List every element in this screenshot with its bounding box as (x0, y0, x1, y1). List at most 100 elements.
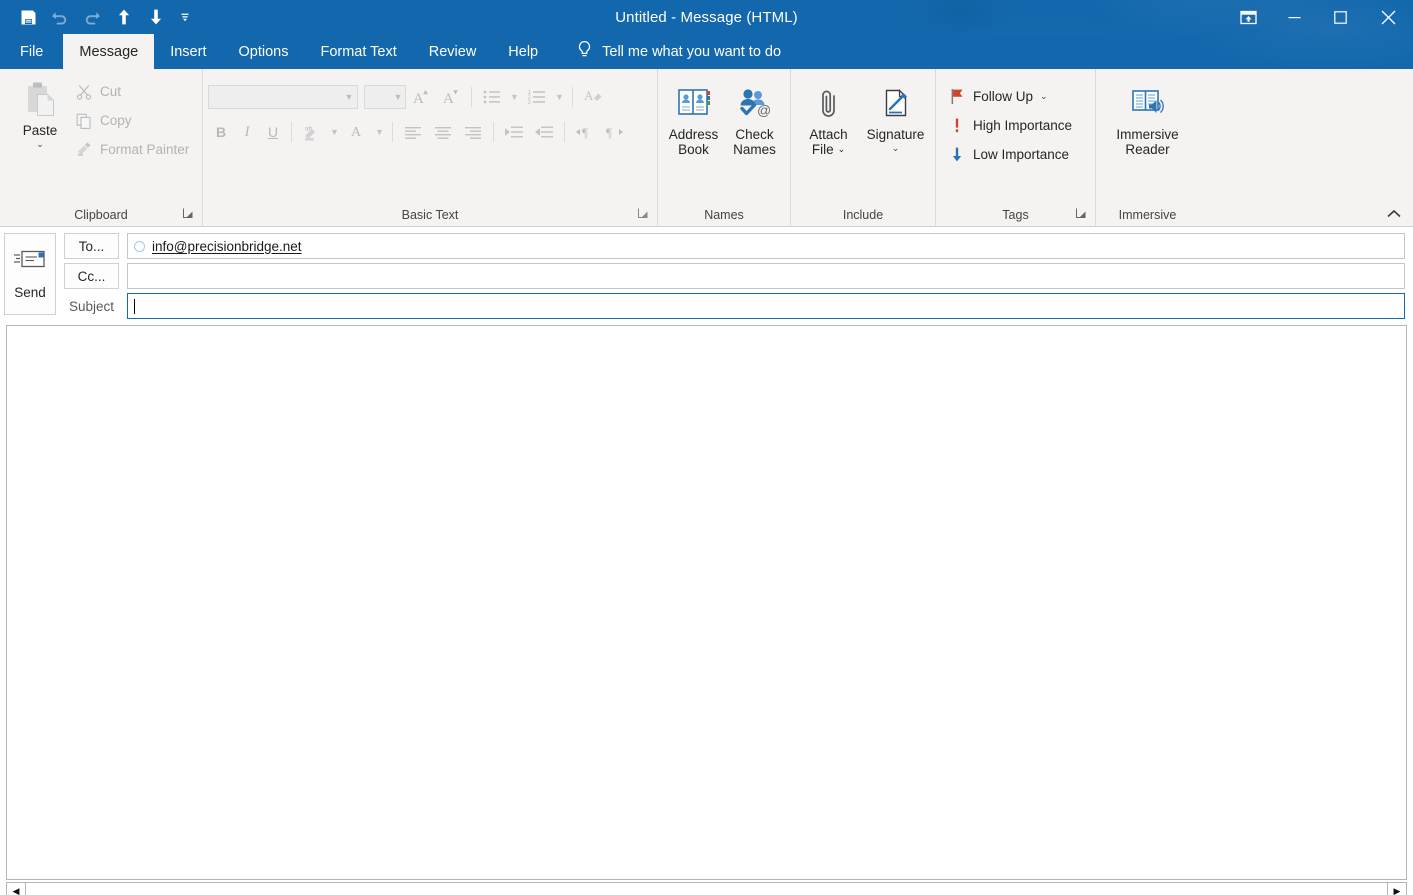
minimize-button[interactable] (1271, 0, 1317, 34)
bold-button[interactable]: B (208, 119, 234, 145)
scroll-right-arrow-icon[interactable]: ▶ (1387, 883, 1406, 895)
tab-file[interactable]: File (0, 34, 63, 69)
ribbon-filler (1199, 69, 1413, 226)
basic-text-separator-4 (392, 122, 393, 142)
follow-up-button[interactable]: Follow Up ⌄ (944, 82, 1052, 111)
bullets-button[interactable] (477, 84, 507, 110)
tab-options[interactable]: Options (222, 34, 304, 69)
align-right-button[interactable] (458, 119, 488, 145)
svg-text:A: A (413, 91, 424, 107)
font-color-button[interactable]: A (342, 119, 372, 145)
title-bar: Untitled - Message (HTML) (0, 0, 1413, 34)
high-importance-button[interactable]: High Importance (944, 111, 1076, 140)
svg-text:A: A (351, 125, 362, 140)
ribbon: Paste ⌄ Cut Copy Format Painter Clipboar… (0, 69, 1413, 227)
to-button[interactable]: To... (64, 233, 119, 259)
low-importance-button[interactable]: Low Importance (944, 140, 1073, 169)
title-bar-decoration (0, 0, 1413, 34)
tab-format-text[interactable]: Format Text (304, 34, 412, 69)
align-left-button[interactable] (398, 119, 428, 145)
close-button[interactable] (1363, 0, 1413, 34)
to-recipient-value[interactable]: info@precisionbridge.net (152, 239, 302, 254)
signature-button[interactable]: Signature ⌄ (861, 78, 930, 153)
attach-file-label-line2: File (811, 142, 834, 157)
ribbon-group-clipboard: Paste ⌄ Cut Copy Format Painter Clipboar… (0, 69, 202, 226)
tab-help[interactable]: Help (492, 34, 554, 69)
underline-button[interactable]: U (260, 119, 286, 145)
increase-indent-button[interactable] (529, 119, 559, 145)
message-body-editor[interactable] (6, 325, 1407, 880)
horizontal-scrollbar[interactable]: ◀ ▶ (6, 882, 1407, 895)
attach-file-button[interactable]: Attach File ⌄ (796, 78, 861, 157)
cc-input[interactable] (127, 263, 1405, 289)
align-center-button[interactable] (428, 119, 458, 145)
font-color-chevron-down-icon[interactable]: ▼ (372, 127, 387, 137)
to-input[interactable]: info@precisionbridge.net (127, 233, 1405, 259)
check-names-icon: @ (737, 83, 773, 125)
rtl-text-direction-button[interactable]: ¶ (600, 119, 630, 145)
font-name-chevron-down-icon[interactable]: ▼ (341, 92, 357, 102)
clear-formatting-button[interactable]: A (578, 84, 608, 110)
paste-caret-icon[interactable]: ⌄ (36, 140, 44, 149)
follow-up-label: Follow Up (973, 89, 1034, 104)
redo-icon[interactable] (76, 2, 108, 32)
signature-caret-icon[interactable]: ⌄ (892, 144, 900, 153)
numbering-chevron-down-icon[interactable]: ▼ (552, 92, 567, 102)
attach-file-line2-row: File ⌄ (812, 142, 845, 157)
font-size-combobox[interactable]: ▼ (364, 84, 406, 109)
paste-button[interactable]: Paste ⌄ (9, 74, 71, 149)
undo-icon[interactable] (44, 2, 76, 32)
cut-button[interactable]: Cut (71, 77, 193, 106)
font-size-chevron-down-icon[interactable]: ▼ (391, 92, 405, 102)
decrease-indent-button[interactable] (499, 119, 529, 145)
customize-qat-icon[interactable] (172, 2, 198, 32)
basic-text-separator-2 (572, 86, 573, 107)
subject-input[interactable] (127, 293, 1405, 319)
tell-me-label: Tell me what you want to do (602, 43, 782, 60)
ltr-text-direction-button[interactable]: ¶ (570, 119, 600, 145)
text-highlight-button[interactable]: ab (297, 119, 327, 145)
basic-text-group-label-row: Basic Text (203, 204, 657, 226)
immersive-reader-button[interactable]: Immersive Reader (1102, 78, 1194, 157)
lightbulb-icon (576, 40, 593, 63)
italic-button[interactable]: I (234, 119, 260, 145)
tags-dialog-launcher-icon[interactable] (1075, 207, 1089, 221)
ribbon-display-options-icon[interactable] (1225, 0, 1271, 34)
immersive-reader-icon (1129, 83, 1167, 125)
next-item-icon[interactable] (140, 2, 172, 32)
basic-text-dialog-launcher-icon[interactable] (637, 207, 651, 221)
shrink-font-button[interactable]: A (436, 84, 466, 110)
collapse-ribbon-button[interactable] (1383, 204, 1405, 224)
scroll-left-arrow-icon[interactable]: ◀ (7, 883, 26, 895)
save-icon[interactable] (12, 2, 44, 32)
scrollbar-track[interactable] (26, 883, 1387, 895)
copy-button[interactable]: Copy (71, 106, 193, 135)
grow-font-button[interactable]: A (406, 84, 436, 110)
text-highlight-chevron-down-icon[interactable]: ▼ (327, 127, 342, 137)
paste-label: Paste (22, 123, 58, 138)
basic-text-separator-1 (471, 86, 472, 107)
format-painter-button[interactable]: Format Painter (71, 135, 193, 164)
tab-insert[interactable]: Insert (154, 34, 222, 69)
paperclip-icon (814, 83, 844, 125)
basic-text-row-1: ▼ ▼ A A ▼ 123 ▼ A (208, 80, 608, 113)
tell-me-search[interactable]: Tell me what you want to do (576, 34, 781, 69)
signature-label-line1: Signature (866, 127, 925, 142)
bullets-chevron-down-icon[interactable]: ▼ (507, 92, 522, 102)
numbering-button[interactable]: 123 (522, 84, 552, 110)
attach-file-caret-icon[interactable]: ⌄ (838, 142, 846, 157)
maximize-button[interactable] (1317, 0, 1363, 34)
window-title: Untitled - Message (HTML) (615, 8, 798, 26)
send-button[interactable]: Send (4, 233, 56, 315)
previous-item-icon[interactable] (108, 2, 140, 32)
address-book-button[interactable]: Address Book (663, 78, 724, 157)
clipboard-dialog-launcher-icon[interactable] (182, 207, 196, 221)
follow-up-caret-icon[interactable]: ⌄ (1040, 91, 1048, 102)
check-names-button[interactable]: @ Check Names (724, 78, 785, 157)
paste-icon (22, 79, 58, 121)
font-name-combobox[interactable]: ▼ (208, 84, 358, 109)
names-group-label: Names (704, 208, 744, 222)
cc-button[interactable]: Cc... (64, 263, 119, 289)
tab-message[interactable]: Message (63, 34, 155, 69)
tab-review[interactable]: Review (413, 34, 493, 69)
